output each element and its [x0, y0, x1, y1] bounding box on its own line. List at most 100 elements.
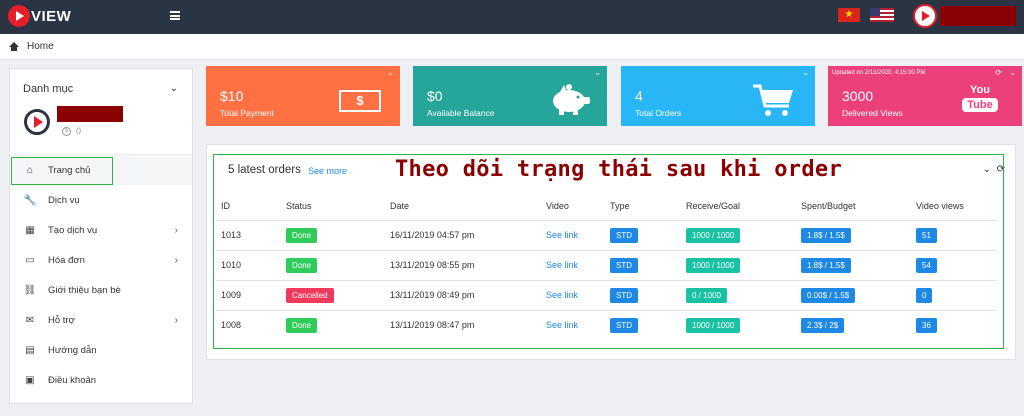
sidebar-item-support[interactable]: ✉ Hỗ trợ ›	[10, 305, 192, 335]
sidebar-heading[interactable]: Danh mục	[23, 83, 73, 95]
status-badge: Done	[286, 257, 318, 273]
sidebar: Danh mục ⌄ $ 0 ⌂ Trang chủ 🔧 Dịch vụ ▦ T…	[9, 68, 193, 404]
sidebar-item-label: Giới thiệu bạn bè	[48, 284, 121, 296]
sidebar-item-label: Hướng dẫn	[48, 344, 97, 356]
type-badge: STD	[610, 227, 638, 243]
card-delivered-views: Updated on 2/13/2020, 4:15:00 PM ⟳ ⌄ 300…	[828, 66, 1022, 126]
chevron-right-icon: ›	[174, 254, 178, 266]
type-badge: STD	[610, 287, 638, 303]
card-value: $0	[427, 88, 443, 104]
col-spent-budget: Spent/Budget	[795, 192, 910, 221]
sidebar-user-name-redacted	[57, 106, 123, 122]
logo[interactable]: VIEW	[8, 5, 71, 27]
table-row[interactable]: 1013 Done 16/11/2019 04:57 pm See link S…	[215, 220, 997, 251]
col-video: Video	[540, 192, 604, 221]
sidebar-item-terms[interactable]: ▣ Điều khoản	[10, 365, 192, 395]
breadcrumb: Home	[0, 34, 1024, 60]
home-outline-icon: ⌂	[26, 164, 34, 176]
sidebar-item-invoices[interactable]: ▭ Hóa đơn ›	[10, 245, 192, 275]
vietnam-flag-star: ★	[844, 9, 854, 20]
video-link[interactable]: See link	[546, 320, 578, 330]
order-date: 13/11/2019 08:49 pm	[384, 280, 540, 311]
views-badge: 54	[916, 257, 937, 273]
chevron-right-icon: ›	[174, 314, 178, 326]
col-receive-goal: Receive/Goal	[680, 192, 795, 221]
vietnam-flag-icon[interactable]: ★	[838, 8, 860, 22]
col-type: Type	[604, 192, 680, 221]
chevron-down-icon[interactable]: ⌄	[387, 68, 394, 77]
table-header-row: ID Status Date Video Type Receive/Goal S…	[215, 192, 997, 221]
shopping-cart-icon	[753, 84, 793, 116]
order-date: 13/11/2019 08:55 pm	[384, 250, 540, 281]
status-badge: Cancelled	[286, 287, 334, 303]
table-row[interactable]: 1010 Done 13/11/2019 08:55 pm See link S…	[215, 250, 997, 281]
breadcrumb-home[interactable]: Home	[27, 41, 54, 52]
sidebar-item-home[interactable]: ⌂ Trang chủ	[10, 155, 192, 185]
sidebar-item-label: Hỗ trợ	[48, 314, 75, 326]
views-badge: 51	[916, 227, 937, 243]
sidebar-item-create-service[interactable]: ▦ Tạo dịch vụ ›	[10, 215, 192, 245]
chevron-down-icon[interactable]: ⌄	[802, 68, 809, 77]
receive-badge: 0 / 1000	[686, 287, 727, 303]
card-updated-time: Updated on 2/13/2020, 4:15:00 PM	[832, 70, 926, 76]
home-icon	[9, 42, 19, 51]
chevron-down-icon[interactable]: ⌄	[983, 164, 991, 175]
link-icon: ⛓	[23, 284, 37, 296]
overlay-annotation: Theo dõi trạng thái sau khi order	[395, 157, 842, 182]
chevron-right-icon: ›	[174, 224, 178, 236]
sidebar-item-guide[interactable]: ▤ Hướng dẫn	[10, 335, 192, 365]
order-date: 13/11/2019 08:47 pm	[390, 320, 475, 331]
sidebar-item-services[interactable]: 🔧 Dịch vụ	[10, 185, 192, 215]
youtube-you-text: You	[970, 84, 990, 96]
us-flag-icon[interactable]	[870, 8, 894, 22]
panel-title: 5 latest orders	[228, 164, 301, 176]
video-link[interactable]: See link	[546, 290, 578, 300]
refresh-icon[interactable]: ⟳	[997, 164, 1005, 175]
views-badge: 36	[916, 317, 937, 333]
store-icon: ▦	[25, 224, 35, 236]
chevron-down-icon[interactable]: ⌄	[594, 68, 601, 77]
col-date: Date	[384, 192, 540, 221]
card-label: Available Balance	[427, 108, 495, 118]
panel-tools: ⌄ ⟳	[983, 164, 1005, 175]
type-badge: STD	[610, 317, 638, 333]
spent-badge: 0.00$ / 1.5$	[801, 287, 856, 303]
piggy-bank-icon	[553, 84, 590, 115]
receive-badge: 1000 / 1000	[686, 227, 741, 243]
table-row[interactable]: 1008 Done 13/11/2019 08:47 pm See link S…	[215, 310, 997, 340]
hamburger-menu-icon[interactable]	[170, 11, 180, 20]
top-bar: VIEW ★	[0, 0, 1024, 34]
views-badge: 0	[916, 287, 933, 303]
col-id: ID	[215, 192, 280, 221]
user-avatar[interactable]	[913, 4, 937, 28]
chevron-down-icon[interactable]: ⌄	[170, 83, 178, 94]
sidebar-item-referral[interactable]: ⛓ Giới thiệu bạn bè	[10, 275, 192, 305]
sidebar-item-label: Tạo dịch vụ	[48, 224, 98, 236]
latest-orders-panel: 5 latest orders See more Theo dõi trạng …	[206, 144, 1016, 360]
video-link[interactable]: See link	[546, 230, 578, 240]
card-value: 4	[635, 88, 643, 104]
spent-badge: 1.8$ / 1.5$	[801, 227, 851, 243]
card-label: Total Orders	[635, 108, 682, 118]
col-status: Status	[280, 192, 384, 221]
card-value: $10	[220, 88, 244, 104]
card-label: Delivered Views	[842, 108, 903, 118]
sidebar-balance: $ 0	[62, 126, 81, 136]
clipboard-icon: ▣	[25, 374, 35, 386]
sidebar-item-label: Trang chủ	[48, 164, 91, 176]
table-row[interactable]: 1009 Cancelled 13/11/2019 08:49 pm See l…	[215, 280, 997, 311]
chevron-down-icon[interactable]: ⌄	[1009, 68, 1016, 77]
chat-icon: ✉	[25, 314, 35, 326]
user-name-redacted[interactable]	[940, 6, 1016, 26]
sidebar-avatar	[24, 109, 50, 135]
card-total-payment: ⌄ $10 Total Payment $	[206, 66, 400, 126]
refresh-icon[interactable]: ⟳	[995, 68, 1002, 77]
book-icon: ▤	[25, 344, 35, 356]
card-label: Total Payment	[220, 108, 274, 118]
col-video-views: Video views	[910, 192, 997, 221]
coin-icon: $	[62, 126, 71, 136]
video-link[interactable]: See link	[546, 260, 578, 270]
order-id: 1010	[215, 250, 280, 281]
sidebar-item-label: Dịch vụ	[48, 194, 80, 206]
see-more-link[interactable]: See more	[308, 166, 347, 176]
